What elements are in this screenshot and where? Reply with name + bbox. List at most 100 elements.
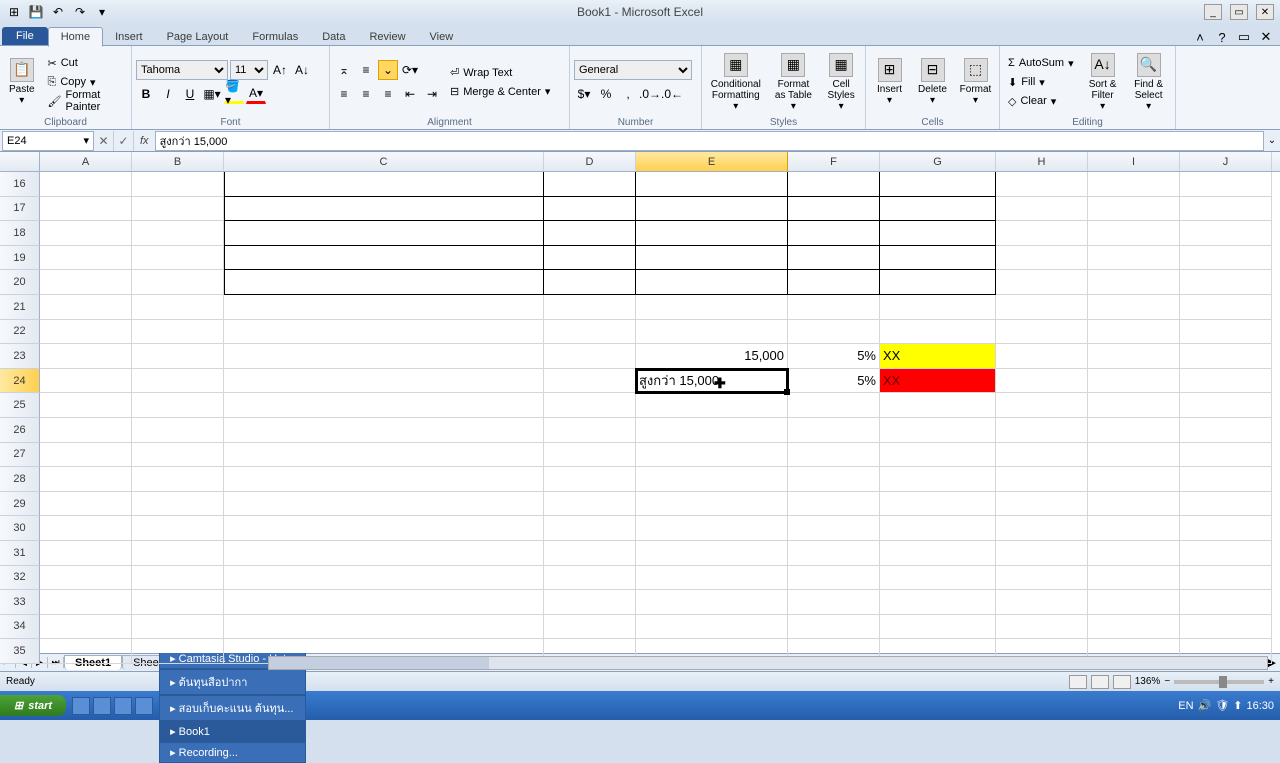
cell-G33[interactable]	[880, 590, 996, 615]
normal-view-icon[interactable]	[1069, 675, 1087, 689]
page-layout-view-icon[interactable]	[1091, 675, 1109, 689]
row-header-18[interactable]: 18	[0, 221, 40, 246]
cell-D25[interactable]	[544, 393, 636, 418]
row-header-31[interactable]: 31	[0, 541, 40, 566]
cell-J34[interactable]	[1180, 615, 1272, 640]
cell-D22[interactable]	[544, 320, 636, 345]
qat-customize-icon[interactable]: ▾	[92, 2, 112, 22]
taskbar-item[interactable]: ▸ สอบเก็บคะแนน ต้นทุน...	[159, 695, 306, 721]
zoom-level[interactable]: 136%	[1135, 676, 1161, 687]
percent-format-icon[interactable]: %	[596, 84, 616, 104]
format-cells-button[interactable]: ⬚Format▾	[956, 58, 995, 106]
cell-J22[interactable]	[1180, 320, 1272, 345]
col-header-A[interactable]: A	[40, 152, 132, 171]
shrink-font-icon[interactable]: A↓	[292, 60, 312, 80]
cell-J33[interactable]	[1180, 590, 1272, 615]
cell-A24[interactable]	[40, 369, 132, 394]
insert-cells-button[interactable]: ⊞Insert▾	[870, 58, 909, 106]
cell-D28[interactable]	[544, 467, 636, 492]
cell-G25[interactable]	[880, 393, 996, 418]
number-format-select[interactable]: General	[574, 60, 692, 80]
row-header-35[interactable]: 35	[0, 639, 40, 664]
page-break-view-icon[interactable]	[1113, 675, 1131, 689]
cell-J29[interactable]	[1180, 492, 1272, 517]
cell-A32[interactable]	[40, 566, 132, 591]
cell-H21[interactable]	[996, 295, 1088, 320]
cell-I19[interactable]	[1088, 246, 1180, 271]
cell-H31[interactable]	[996, 541, 1088, 566]
cell-B25[interactable]	[132, 393, 224, 418]
cell-E32[interactable]	[636, 566, 788, 591]
cell-D18[interactable]	[544, 221, 636, 246]
row-header-21[interactable]: 21	[0, 295, 40, 320]
enter-formula-icon[interactable]: ✓	[114, 131, 134, 151]
cell-J20[interactable]	[1180, 270, 1272, 295]
cell-F31[interactable]	[788, 541, 880, 566]
cell-J26[interactable]	[1180, 418, 1272, 443]
cell-J25[interactable]	[1180, 393, 1272, 418]
cell-D21[interactable]	[544, 295, 636, 320]
cell-F32[interactable]	[788, 566, 880, 591]
cell-A16[interactable]	[40, 172, 132, 197]
cell-J27[interactable]	[1180, 443, 1272, 468]
cell-I30[interactable]	[1088, 516, 1180, 541]
cell-H27[interactable]	[996, 443, 1088, 468]
cell-B32[interactable]	[132, 566, 224, 591]
cell-E27[interactable]	[636, 443, 788, 468]
col-header-E[interactable]: E	[636, 152, 788, 171]
col-header-F[interactable]: F	[788, 152, 880, 171]
cell-G21[interactable]	[880, 295, 996, 320]
cell-E24[interactable]: สูงกว่า 15,000✚	[636, 369, 788, 394]
cell-F29[interactable]	[788, 492, 880, 517]
cell-H29[interactable]	[996, 492, 1088, 517]
row-header-25[interactable]: 25	[0, 393, 40, 418]
cell-J23[interactable]	[1180, 344, 1272, 369]
col-header-B[interactable]: B	[132, 152, 224, 171]
cell-C27[interactable]	[224, 443, 544, 468]
cell-I28[interactable]	[1088, 467, 1180, 492]
minimize-ribbon-icon[interactable]: ˄	[1192, 29, 1208, 45]
cell-I22[interactable]	[1088, 320, 1180, 345]
expand-formula-bar-icon[interactable]: ⌄	[1264, 135, 1280, 146]
cell-G30[interactable]	[880, 516, 996, 541]
row-header-30[interactable]: 30	[0, 516, 40, 541]
ql-icon-1[interactable]	[72, 697, 90, 715]
zoom-out-icon[interactable]: −	[1164, 676, 1170, 687]
cell-C20[interactable]	[224, 270, 544, 295]
cell-H19[interactable]	[996, 246, 1088, 271]
cell-B16[interactable]	[132, 172, 224, 197]
accounting-format-icon[interactable]: $▾	[574, 84, 594, 104]
cell-H17[interactable]	[996, 197, 1088, 222]
cell-E33[interactable]	[636, 590, 788, 615]
align-center-icon[interactable]: ≡	[356, 84, 376, 104]
cell-E20[interactable]	[636, 270, 788, 295]
cell-E29[interactable]	[636, 492, 788, 517]
cell-I31[interactable]	[1088, 541, 1180, 566]
cell-F33[interactable]	[788, 590, 880, 615]
cell-A30[interactable]	[40, 516, 132, 541]
cell-I33[interactable]	[1088, 590, 1180, 615]
cell-D34[interactable]	[544, 615, 636, 640]
cell-G34[interactable]	[880, 615, 996, 640]
orientation-icon[interactable]: ⟳▾	[400, 60, 420, 80]
fx-icon[interactable]: fx	[134, 135, 155, 147]
tab-formulas[interactable]: Formulas	[240, 28, 310, 46]
cell-B21[interactable]	[132, 295, 224, 320]
workbook-restore-icon[interactable]: ▭	[1236, 29, 1252, 45]
cell-G32[interactable]	[880, 566, 996, 591]
cell-G28[interactable]	[880, 467, 996, 492]
cell-C18[interactable]	[224, 221, 544, 246]
font-name-select[interactable]: Tahoma	[136, 60, 228, 80]
cell-E23[interactable]: 15,000	[636, 344, 788, 369]
col-header-I[interactable]: I	[1088, 152, 1180, 171]
cell-I25[interactable]	[1088, 393, 1180, 418]
cell-F23[interactable]: 5%	[788, 344, 880, 369]
cell-I32[interactable]	[1088, 566, 1180, 591]
fill-handle[interactable]	[784, 389, 790, 395]
cell-D16[interactable]	[544, 172, 636, 197]
cell-D26[interactable]	[544, 418, 636, 443]
cell-B23[interactable]	[132, 344, 224, 369]
cell-I23[interactable]	[1088, 344, 1180, 369]
row-header-28[interactable]: 28	[0, 467, 40, 492]
cell-E16[interactable]	[636, 172, 788, 197]
